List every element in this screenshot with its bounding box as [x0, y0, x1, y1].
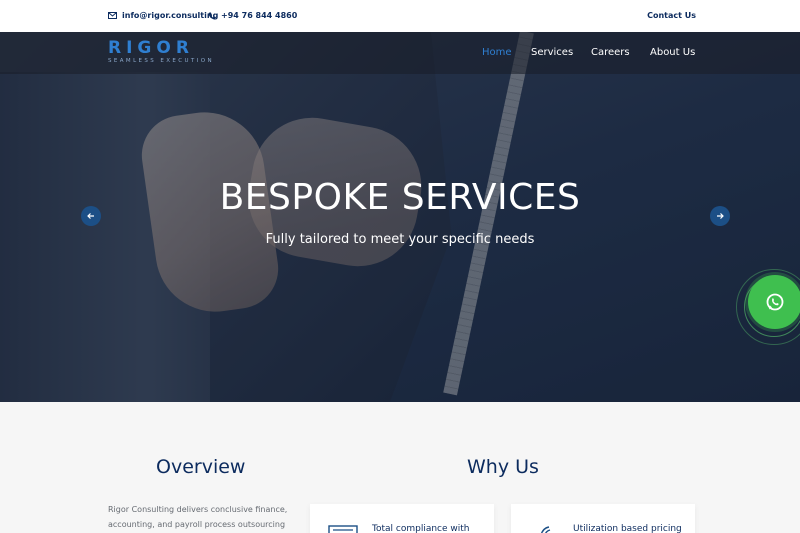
- nav-careers[interactable]: Careers: [591, 47, 630, 58]
- logo-tagline: SEAMLESS EXECUTION: [108, 58, 214, 64]
- arrow-right-icon: [717, 213, 724, 219]
- pricing-icon: [540, 526, 551, 533]
- slider-next-button[interactable]: [710, 206, 730, 226]
- whatsapp-button[interactable]: [748, 275, 800, 329]
- overview-text: Rigor Consulting delivers conclusive fin…: [108, 505, 288, 529]
- nav-about-us[interactable]: About Us: [650, 47, 695, 58]
- overview-heading: Overview: [156, 456, 246, 478]
- overview-section: Overview Why Us Rigor Consulting deliver…: [0, 402, 800, 533]
- phone-icon: [208, 12, 216, 19]
- hero-subtitle: Fully tailored to meet your specific nee…: [265, 232, 535, 247]
- logo-wordmark: RIGOR: [108, 38, 194, 58]
- whatsapp-icon: [766, 293, 784, 311]
- why-us-card: Utilization based pricing: [511, 504, 695, 533]
- envelope-icon: [108, 12, 117, 19]
- contact-us-link[interactable]: Contact Us: [647, 11, 696, 20]
- rigor-logo[interactable]: RIGOR SEAMLESS EXECUTION: [108, 38, 214, 65]
- compliance-icon: [328, 525, 358, 533]
- nav-home[interactable]: Home: [482, 47, 512, 58]
- hero-slider: RIGOR SEAMLESS EXECUTION Home Services C…: [0, 32, 800, 402]
- phone-text[interactable]: +94 76 844 4860: [221, 11, 297, 20]
- phone-contact[interactable]: +94 76 844 4860: [208, 11, 297, 20]
- email-contact[interactable]: info@rigor.consulting: [108, 11, 218, 20]
- why-us-heading: Why Us: [467, 456, 539, 478]
- arrow-left-icon: [87, 213, 94, 219]
- top-contact-bar: info@rigor.consulting +94 76 844 4860 Co…: [0, 0, 800, 32]
- why-us-card-label: Utilization based pricing: [573, 524, 682, 533]
- email-text[interactable]: info@rigor.consulting: [122, 11, 218, 20]
- nav-services[interactable]: Services: [531, 47, 573, 58]
- slider-prev-button[interactable]: [81, 206, 101, 226]
- why-us-card: Total compliance with: [310, 504, 494, 533]
- hero-title: BESPOKE SERVICES: [219, 177, 581, 218]
- main-navbar: RIGOR SEAMLESS EXECUTION Home Services C…: [0, 32, 800, 74]
- why-us-card-label: Total compliance with: [372, 524, 470, 533]
